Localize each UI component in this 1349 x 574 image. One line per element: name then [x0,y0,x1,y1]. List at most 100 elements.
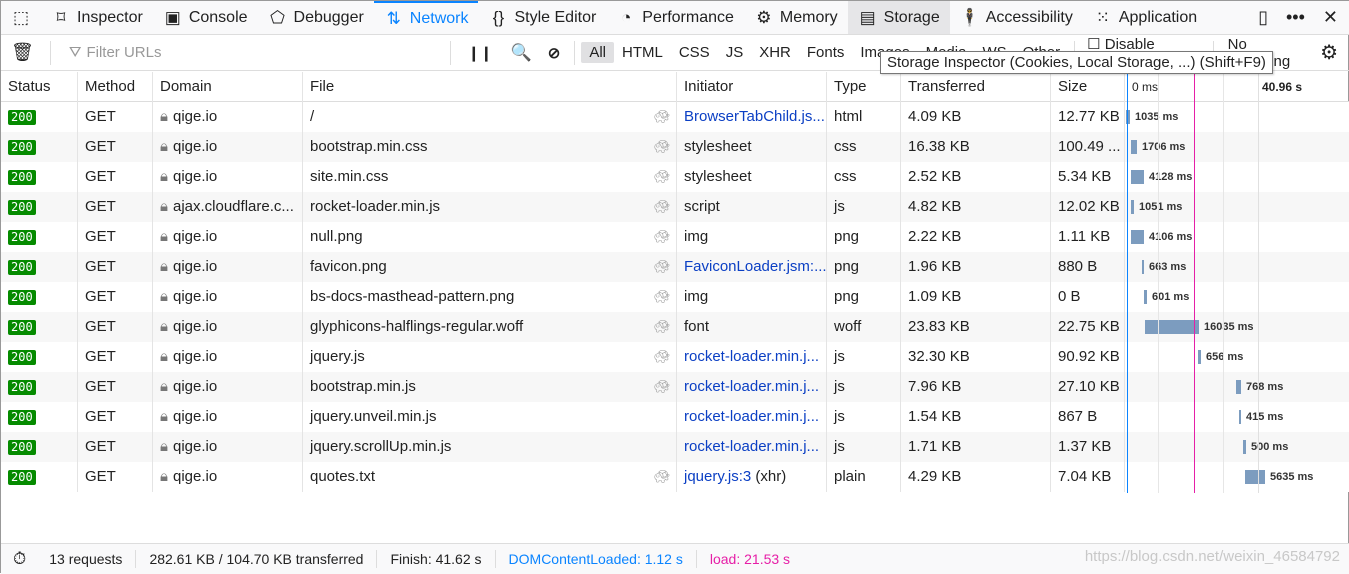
tab-inspector[interactable]: ⌑ Inspector [41,1,153,34]
column-header-domain[interactable]: Domain [153,72,303,102]
transferred-total: 282.61 KB / 104.70 KB transferred [136,550,378,568]
domain: qige.io [172,348,218,365]
cell-size: 5.34 KB [1051,162,1125,192]
table-row[interactable]: 200 GET 🔒︎ qige.io bootstrap.min.css 🐢︎ styles… [1,132,1349,162]
file: glyphicons-halflings-regular.woff [310,318,524,335]
table-row[interactable]: 200 GET 🔒︎ qige.io favicon.png 🐢︎ FaviconLoade… [1,252,1349,282]
watermark: https://blog.csdn.net/weixin_46584792 [1084,548,1340,565]
status-badge: 200 [8,319,36,335]
method: GET [85,108,116,125]
filter-type-html[interactable]: HTML [614,42,671,63]
column-header-method[interactable]: Method [78,72,153,102]
filter-type-all[interactable]: All [581,42,614,63]
lock-icon: 🔒︎ [160,108,168,125]
transferred: 16.38 KB [908,138,970,155]
transferred: 4.82 KB [908,198,962,215]
filter-urls-input[interactable]: ⛛ Filter URLs [49,40,445,65]
table-row[interactable]: 200 GET 🔒︎ qige.io jquery.js 🐢︎ rocket-loader.… [1,342,1349,372]
dom-content-loaded-time: DOMContentLoaded: 1.12 s [496,550,697,568]
column-header-type[interactable]: Type [827,72,901,102]
initiator[interactable]: rocket-loader.min.j... [684,378,819,395]
file: jquery.js [310,348,365,365]
initiator[interactable]: rocket-loader.min.j... [684,438,819,455]
block-icon[interactable]: ⊘ [540,44,569,62]
cell-file: jquery.unveil.min.js [303,402,677,432]
tab-application[interactable]: ⁙ Application [1083,1,1207,34]
clear-trash-icon[interactable]: 🗑 [1,42,44,63]
domain: qige.io [172,408,218,425]
cell-method: GET [78,132,153,162]
initiator[interactable]: FaviconLoader.jsm:... [684,258,826,275]
cell-transferred: 1.54 KB [901,402,1051,432]
size: 1.37 KB [1058,438,1112,455]
column-header-status[interactable]: Status [1,72,78,102]
table-row[interactable]: 200 GET 🔒︎ qige.io site.min.css 🐢︎ stylesheet c… [1,162,1349,192]
tab-pick-element[interactable]: ⬚ [1,1,41,34]
filter-type-css[interactable]: CSS [671,42,718,63]
column-header-size[interactable]: Size [1051,72,1125,102]
tab-network[interactable]: ⇅ Network [373,1,479,34]
column-header-initiator[interactable]: Initiator [677,72,827,102]
table-row[interactable]: 200 GET 🔒︎ ajax.cloudflare.c... rocket-loade… [1,192,1349,222]
dom-content-loaded-line [1127,72,1128,493]
initiator: script [684,198,720,215]
stopwatch-icon[interactable]: ⏱ [1,549,36,569]
transferred: 1.09 KB [908,288,962,305]
initiator[interactable]: rocket-loader.min.j... [684,408,819,425]
status-badge: 200 [8,259,36,275]
initiator[interactable]: rocket-loader.min.j... [684,348,819,365]
slow-turtle-icon: 🐢︎ [653,139,670,154]
table-row[interactable]: 200 GET 🔒︎ qige.io / 🐢︎ BrowserTabChild.js... h… [1,102,1349,132]
cell-method: GET [78,192,153,222]
cell-size: 12.77 KB [1051,102,1125,132]
slow-turtle-icon: 🐢︎ [653,169,670,184]
settings-gear-icon[interactable]: ⚙ [1320,40,1349,65]
cell-size: 90.92 KB [1051,342,1125,372]
filter-type-js[interactable]: JS [718,42,752,63]
tab-debugger[interactable]: ⬠ Debugger [258,1,374,34]
filter-type-xhr[interactable]: XHR [751,42,799,63]
table-row[interactable]: 200 GET 🔒︎ qige.io glyphicons-halflings-regu… [1,312,1349,342]
table-row[interactable]: 200 GET 🔒︎ qige.io quotes.txt 🐢︎ jquery.js:3 (… [1,462,1349,492]
table-row[interactable]: 200 GET 🔒︎ qige.io bootstrap.min.js 🐢︎ rocket-… [1,372,1349,402]
cell-method: GET [78,102,153,132]
initiator[interactable]: BrowserTabChild.js... [684,108,825,125]
load-line [1194,72,1195,493]
column-header-transferred[interactable]: Transferred [901,72,1051,102]
table-row[interactable]: 200 GET 🔒︎ qige.io null.png 🐢︎ img png 2.22 KB 1.… [1,222,1349,252]
file: rocket-loader.min.js [310,198,441,215]
method: GET [85,138,116,155]
initiator[interactable]: jquery.js:3 [684,468,751,485]
tab-performance[interactable]: ◔ Performance [606,1,744,34]
domain: qige.io [172,438,218,455]
tab-console[interactable]: ▣ Console [153,1,258,34]
tab-memory[interactable]: ⚙ Memory [744,1,848,34]
more-options-icon[interactable]: ••• [1286,7,1305,28]
tab-accessibility[interactable]: 🕴 Accessibility [950,1,1083,34]
cell-transferred: 1.71 KB [901,432,1051,462]
cell-initiator: rocket-loader.min.j... [677,342,827,372]
cell-domain: 🔒︎ qige.io [153,162,303,192]
cell-method: GET [78,432,153,462]
slow-turtle-icon: 🐢︎ [653,349,670,364]
search-icon[interactable]: 🔍 [503,43,540,63]
pick-element-icon: ⬚ [12,7,30,27]
table-row[interactable]: 200 GET 🔒︎ qige.io bs-docs-masthead-pattern.… [1,282,1349,312]
cell-size: 1.37 KB [1051,432,1125,462]
method: GET [85,288,116,305]
table-row[interactable]: 200 GET 🔒︎ qige.io jquery.scrollUp.min.js roc… [1,432,1349,462]
filter-type-fonts[interactable]: Fonts [799,42,853,63]
file: bs-docs-masthead-pattern.png [310,288,515,305]
tab-style-editor[interactable]: {} Style Editor [478,1,606,34]
table-row[interactable]: 200 GET 🔒︎ qige.io jquery.unveil.min.js rocke… [1,402,1349,432]
pause-icon[interactable]: ❙❙ [457,44,502,62]
close-icon[interactable]: ✕ [1323,7,1338,28]
tab-storage[interactable]: ▤ Storage [847,1,950,34]
timing-bar [1131,170,1144,184]
responsive-design-icon[interactable]: ▯ [1258,7,1268,28]
lock-icon: 🔒︎ [160,288,168,305]
column-header-file[interactable]: File [303,72,677,102]
type: woff [834,318,862,335]
cell-size: 100.49 ... [1051,132,1125,162]
method: GET [85,378,116,395]
